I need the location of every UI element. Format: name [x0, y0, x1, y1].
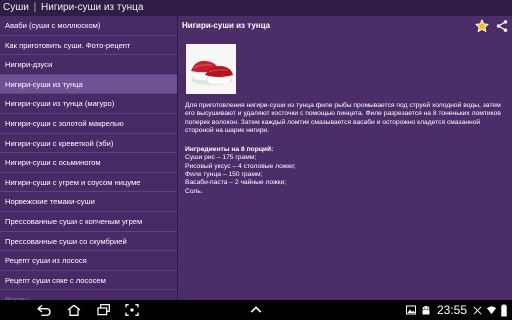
list-item[interactable]: Нигири-суши с золотой макрелью	[0, 114, 177, 134]
status-area[interactable]: 23:55	[405, 300, 508, 320]
list-item[interactable]: Как приготовить суши. Фото-рецепт	[0, 36, 177, 56]
sync-icon	[473, 306, 482, 314]
system-navigation-bar: 23:55	[0, 300, 512, 320]
list-item[interactable]: Норвежские темаки-суши	[0, 192, 177, 212]
list-item[interactable]: Аваби (суши с моллюском)	[0, 16, 177, 36]
page-title: Нигири-суши из тунца	[41, 2, 144, 13]
battery-icon	[501, 304, 507, 316]
list-item[interactable]: Нигири-суши с угрем и соусом ницуме	[0, 173, 177, 193]
list-item[interactable]: Нигири-суши с креветкой (эби)	[0, 134, 177, 154]
list-item[interactable]: Нигири-суши из тунца (магуро)	[0, 94, 177, 114]
recipe-title: Нигири-суши из тунца	[182, 21, 271, 30]
title-bar: Суши | Нигири-суши из тунца	[0, 0, 512, 16]
recipe-detail: Нигири-суши из тунца Для приготовления н…	[179, 16, 512, 300]
screenshot-icon[interactable]	[124, 303, 140, 317]
recipe-description: Для приготовления нигири-суши из тунца ф…	[185, 102, 501, 134]
ingredient-line: Рисовый уксус – 4 столовые ложки;	[185, 162, 296, 170]
list-item[interactable]: Нигири-суши с осьминогом	[0, 153, 177, 173]
clock: 23:55	[436, 303, 467, 317]
title-separator: |	[33, 2, 37, 13]
list-item-selected[interactable]: Нигири-суши из тунца	[0, 74, 177, 95]
picture-notification-icon	[405, 305, 416, 315]
list-item[interactable]: Рецепт суши из лосося	[0, 251, 177, 271]
tuna-nigiri-photo	[186, 44, 236, 94]
app-window: Суши | Нигири-суши из тунца Аваби (суши …	[0, 0, 512, 300]
app-name[interactable]: Суши	[3, 2, 29, 13]
star-icon[interactable]	[475, 19, 489, 33]
ingredient-line: Васаби-паста – 2 чайные ложки;	[185, 179, 287, 187]
ingredient-line: Суши рис – 175 грамм;	[185, 154, 257, 162]
home-icon[interactable]	[66, 303, 82, 317]
share-icon[interactable]	[495, 19, 509, 33]
list-item[interactable]: Прессованные суши со скумбрией	[0, 232, 177, 252]
menu-icon[interactable]	[248, 303, 264, 317]
list-item[interactable]: Роллы	[0, 290, 177, 300]
android-icon	[422, 306, 430, 315]
list-item[interactable]: Рецепт суши сяке с лососем	[0, 271, 177, 291]
ingredients-title: Ингредиенты на 8 порций:	[185, 146, 274, 154]
wifi-icon	[486, 306, 497, 315]
back-icon[interactable]	[36, 303, 52, 317]
recent-apps-icon[interactable]	[96, 303, 112, 317]
ingredient-line: Соль.	[185, 187, 203, 195]
recipe-body: Для приготовления нигири-суши из тунца ф…	[185, 102, 507, 196]
list-item[interactable]: Прессованные суши с копченым угрем	[0, 212, 177, 232]
ingredients-block: Ингредиенты на 8 порций: Суши рис – 175 …	[185, 146, 507, 196]
list-item[interactable]: Нигири-дзуси	[0, 55, 177, 75]
recipe-list[interactable]: Аваби (суши с моллюском) Как приготовить…	[0, 16, 178, 300]
